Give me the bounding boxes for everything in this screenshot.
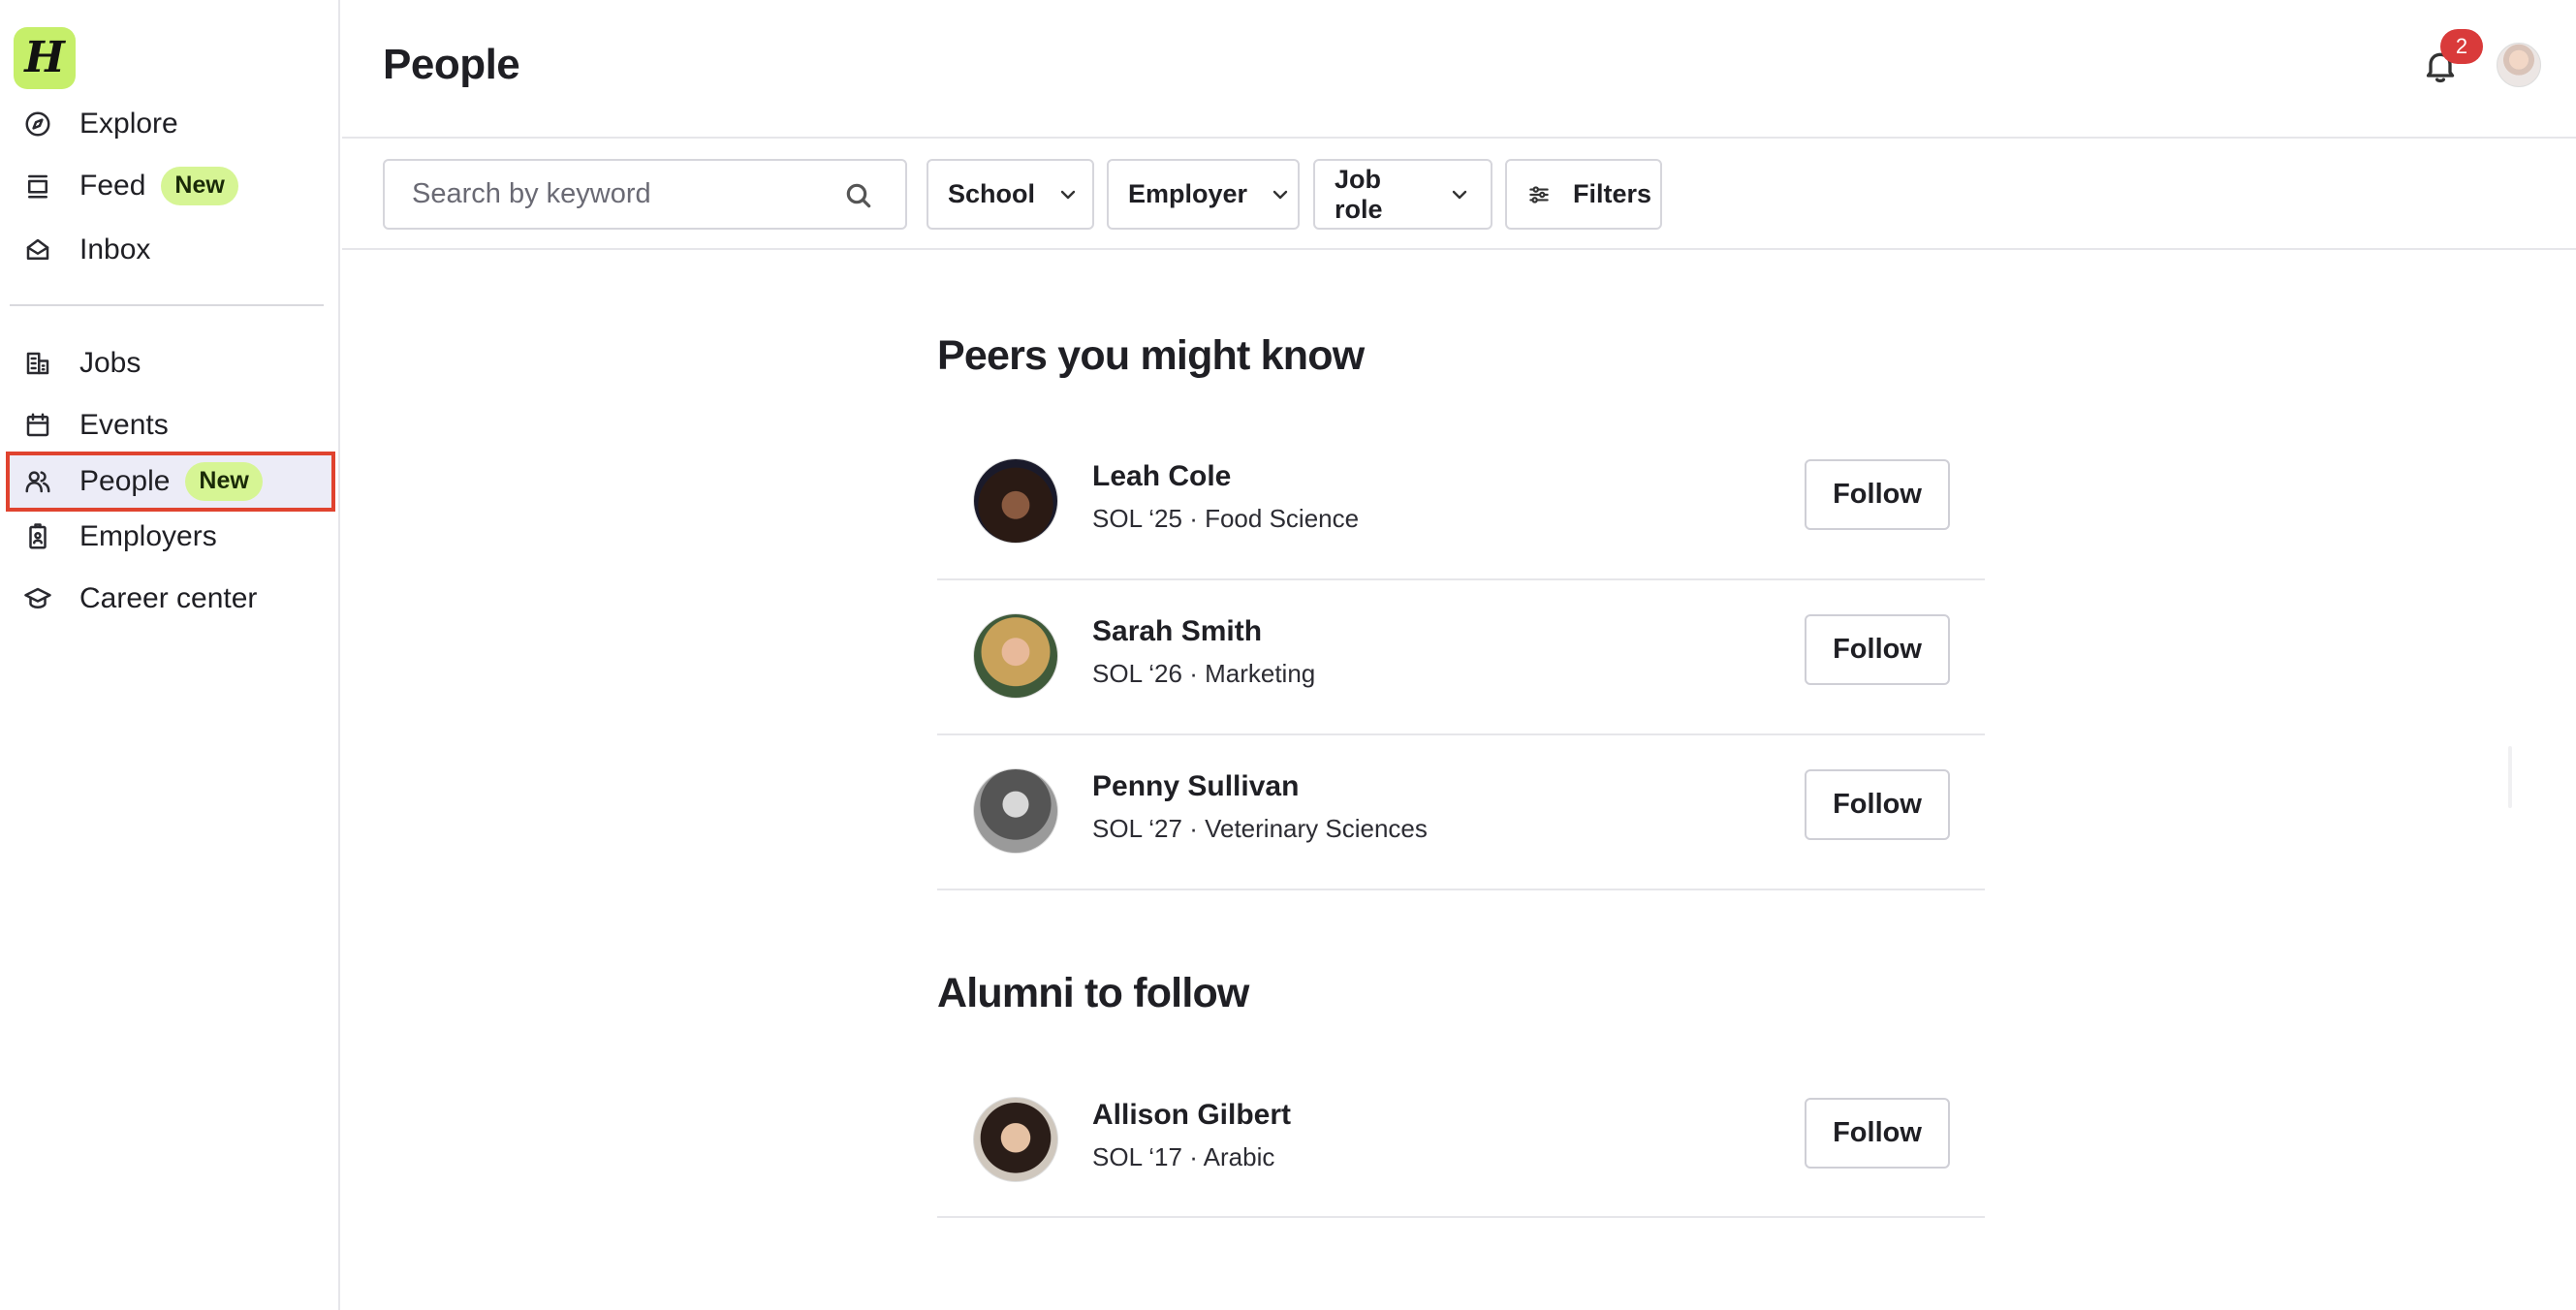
scrollbar[interactable] bbox=[2508, 746, 2512, 808]
sidebar-item-jobs[interactable]: Jobs bbox=[6, 334, 335, 392]
sidebar-item-feed[interactable]: Feed New bbox=[6, 157, 335, 215]
section-title-alumni: Alumni to follow bbox=[937, 970, 1249, 1016]
sidebar-item-events[interactable]: Events bbox=[6, 396, 335, 454]
person-avatar[interactable] bbox=[973, 458, 1058, 544]
calendar-icon bbox=[23, 410, 64, 441]
employer-filter-dropdown[interactable]: Employer bbox=[1107, 159, 1300, 230]
person-name[interactable]: Allison Gilbert bbox=[1092, 1099, 1291, 1132]
sidebar-item-label: Events bbox=[79, 409, 169, 441]
filter-bar: School Employer Job role Filters bbox=[342, 140, 2576, 250]
sidebar-item-employers[interactable]: Employers bbox=[6, 508, 335, 566]
follow-button[interactable]: Follow bbox=[1805, 459, 1950, 530]
inbox-icon bbox=[23, 234, 64, 265]
sidebar-item-label: Jobs bbox=[79, 347, 141, 379]
top-header: People 2 bbox=[342, 0, 2576, 139]
person-row: Leah Cole SOL ‘25 · Food Science Follow bbox=[937, 425, 1985, 580]
sidebar-item-label: Inbox bbox=[79, 234, 151, 265]
chevron-down-icon bbox=[1448, 183, 1471, 206]
chevron-down-icon bbox=[1056, 183, 1080, 206]
sidebar-item-label: Career center bbox=[79, 582, 258, 614]
sidebar-item-people[interactable]: People New bbox=[6, 452, 335, 512]
school-filter-label: School bbox=[948, 179, 1036, 208]
person-name[interactable]: Penny Sullivan bbox=[1092, 770, 1299, 803]
more-filters-button[interactable]: Filters bbox=[1505, 159, 1662, 230]
sidebar-item-career-center[interactable]: Career center bbox=[6, 570, 335, 628]
more-filters-label: Filters bbox=[1573, 179, 1652, 208]
logo-letter: H bbox=[24, 33, 65, 82]
employer-filter-label: Employer bbox=[1128, 179, 1248, 208]
people-icon bbox=[23, 466, 64, 497]
search-box bbox=[383, 159, 907, 230]
sliders-icon bbox=[1526, 182, 1552, 207]
sidebar-item-inbox[interactable]: Inbox bbox=[6, 221, 335, 279]
person-meta: SOL ‘26 · Marketing bbox=[1092, 659, 1316, 688]
person-row: Allison Gilbert SOL ‘17 · Arabic Follow bbox=[937, 1064, 1985, 1218]
section-title-peers: Peers you might know bbox=[937, 332, 1365, 379]
job-role-filter-dropdown[interactable]: Job role bbox=[1313, 159, 1492, 230]
badge-id-icon bbox=[23, 521, 64, 552]
follow-button[interactable]: Follow bbox=[1805, 614, 1950, 685]
follow-button[interactable]: Follow bbox=[1805, 769, 1950, 840]
person-name[interactable]: Leah Cole bbox=[1092, 460, 1231, 493]
sidebar-item-label: People bbox=[79, 465, 171, 497]
chevron-down-icon bbox=[1269, 183, 1292, 206]
sidebar: H Explore Feed New Inbox Jobs Events Peo… bbox=[0, 0, 340, 1310]
person-row: Sarah Smith SOL ‘26 · Marketing Follow bbox=[937, 580, 1985, 735]
person-meta: SOL ‘27 · Veterinary Sciences bbox=[1092, 814, 1428, 843]
sidebar-item-label: Feed bbox=[79, 170, 146, 202]
follow-button[interactable]: Follow bbox=[1805, 1098, 1950, 1169]
app-logo[interactable]: H bbox=[14, 27, 76, 89]
sidebar-divider bbox=[10, 304, 324, 306]
sidebar-item-explore[interactable]: Explore bbox=[6, 95, 335, 153]
sidebar-item-label: Explore bbox=[79, 108, 178, 140]
sidebar-item-label: Employers bbox=[79, 520, 217, 552]
search-icon[interactable] bbox=[843, 180, 874, 211]
person-avatar[interactable] bbox=[973, 613, 1058, 699]
buildings-icon bbox=[23, 348, 64, 379]
compass-icon bbox=[23, 109, 64, 140]
search-input[interactable] bbox=[412, 178, 829, 210]
person-meta: SOL ‘17 · Arabic bbox=[1092, 1142, 1275, 1171]
person-row: Penny Sullivan SOL ‘27 · Veterinary Scie… bbox=[937, 735, 1985, 890]
graduation-cap-icon bbox=[23, 583, 64, 614]
feed-icon bbox=[23, 171, 64, 202]
new-badge: New bbox=[185, 462, 263, 501]
person-name[interactable]: Sarah Smith bbox=[1092, 615, 1262, 648]
new-badge: New bbox=[161, 167, 238, 205]
person-meta: SOL ‘25 · Food Science bbox=[1092, 504, 1360, 533]
page-title: People bbox=[383, 41, 520, 88]
person-avatar[interactable] bbox=[973, 1097, 1058, 1182]
notification-count-badge: 2 bbox=[2440, 29, 2483, 64]
person-avatar[interactable] bbox=[973, 768, 1058, 854]
school-filter-dropdown[interactable]: School bbox=[927, 159, 1094, 230]
user-avatar[interactable] bbox=[2497, 43, 2541, 87]
job-role-filter-label: Job role bbox=[1335, 164, 1383, 224]
